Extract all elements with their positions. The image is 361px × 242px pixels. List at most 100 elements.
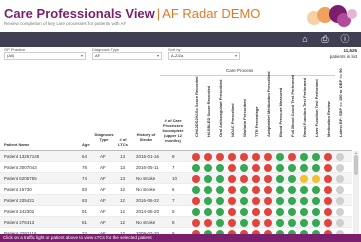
traffic-light-green[interactable] [312,197,320,205]
traffic-light-green[interactable] [240,197,248,205]
traffic-light-red[interactable] [228,164,236,172]
traffic-light-green[interactable] [300,197,308,205]
traffic-light-grey[interactable] [336,175,344,183]
traffic-light-red[interactable] [216,153,224,161]
diagnosis-select[interactable]: AF ▾ [92,52,162,60]
traffic-light-green[interactable] [204,197,212,205]
table-row[interactable]: Patient 235421 63 AF 12 2016-06-22 7 [0,195,352,206]
traffic-light-red[interactable] [192,197,200,205]
traffic-light-yellow[interactable] [312,175,320,183]
traffic-light-red[interactable] [324,175,332,183]
traffic-light-green[interactable] [300,208,308,216]
patient-name-cell[interactable]: Patient 13257146 [4,154,39,159]
col-care-process[interactable]: Medication Review [324,78,333,137]
traffic-light-grey[interactable] [336,219,344,227]
patient-name-cell[interactable]: Patient 235421 [4,198,34,203]
traffic-light-green[interactable] [192,164,200,172]
traffic-light-green[interactable] [276,208,284,216]
col-care-process[interactable]: Blood Pressure Measured [276,78,285,137]
col-care-process[interactable]: HASBLED Score Recorded [204,78,213,137]
traffic-light-green[interactable] [240,219,248,227]
practice-select[interactable]: (All) ▾ [4,52,86,60]
traffic-light-red[interactable] [228,153,236,161]
traffic-light-green[interactable] [312,219,320,227]
traffic-light-green[interactable] [240,208,248,216]
traffic-light-red[interactable] [240,153,248,161]
traffic-light-red[interactable] [228,175,236,183]
traffic-light-green[interactable] [288,197,296,205]
patient-name-cell[interactable]: Patient 276413 [4,220,34,225]
traffic-light-green[interactable] [276,197,284,205]
traffic-light-green[interactable] [300,219,308,227]
traffic-light-green[interactable] [204,208,212,216]
table-row[interactable]: Patient 15730 83 AF 12 No stroke 6 [0,184,352,195]
traffic-light-green[interactable] [192,186,200,194]
traffic-light-red[interactable] [324,186,332,194]
table-row[interactable]: Patient 3007043 78 AF 13 2016-05-11 7 [0,162,352,173]
print-icon[interactable]: ⎙ [318,33,332,46]
traffic-light-green[interactable] [300,186,308,194]
vertical-scrollbar[interactable]: ▲ [353,151,359,234]
table-row[interactable]: Patient 276413 81 AF 12 No stroke 8 [0,217,352,228]
traffic-light-yellow[interactable] [300,175,308,183]
col-care-process[interactable]: CHA2DS2VASc Score Recorded [192,76,201,137]
table-row[interactable]: Patient 13257146 64 AF 13 2015-01-16 9 [0,151,352,162]
traffic-light-grey[interactable] [336,186,344,194]
col-care-process[interactable]: Renal Function Test Performed [300,78,309,137]
patient-name-cell[interactable]: Patient 15730 [4,187,32,192]
traffic-light-green[interactable] [216,219,224,227]
traffic-light-red[interactable] [324,219,332,227]
patient-name-cell[interactable]: Patient 6205755 [4,176,37,181]
traffic-light-red[interactable] [204,219,212,227]
traffic-light-green[interactable] [216,164,224,172]
traffic-light-red[interactable] [264,175,272,183]
col-ltcs[interactable]: # of LTCs [116,137,130,147]
traffic-light-green[interactable] [216,197,224,205]
scrollbar-thumb[interactable] [354,155,358,175]
traffic-light-green[interactable] [312,208,320,216]
traffic-light-red[interactable] [252,153,260,161]
traffic-light-red[interactable] [252,197,260,205]
patient-name-cell[interactable]: Patient 242302 [4,209,34,214]
col-stroke[interactable]: History of Stroke [134,132,158,142]
col-diagnosis[interactable]: Diagnosis Type [94,132,114,142]
col-care-process[interactable]: Full Blood Count Test Performed [288,75,297,137]
patient-name-cell[interactable]: Patient 3007043 [4,165,37,170]
traffic-light-green[interactable] [288,175,296,183]
col-care-process[interactable]: Warfarin Prescribed [240,78,249,137]
traffic-light-green[interactable] [240,186,248,194]
traffic-light-green[interactable] [288,219,296,227]
traffic-light-red[interactable] [228,197,236,205]
traffic-light-green[interactable] [288,164,296,172]
traffic-light-red[interactable] [252,208,260,216]
traffic-light-green[interactable] [276,219,284,227]
traffic-light-green[interactable] [204,175,212,183]
traffic-light-green[interactable] [312,153,320,161]
traffic-light-red[interactable] [264,219,272,227]
traffic-light-red[interactable] [324,208,332,216]
traffic-light-green[interactable] [276,153,284,161]
traffic-light-green[interactable] [216,208,224,216]
traffic-light-green[interactable] [192,208,200,216]
traffic-light-red[interactable] [324,197,332,205]
traffic-light-green[interactable] [276,186,284,194]
traffic-light-grey[interactable] [336,208,344,216]
col-age[interactable]: Age [82,142,90,147]
table-row[interactable]: Patient 242302 91 AF 12 2014-05-20 5 [0,206,352,217]
traffic-light-red[interactable] [324,164,332,172]
traffic-light-grey[interactable] [336,153,344,161]
col-care-process[interactable]: Antiplatelet Medication Prescribed [264,71,273,137]
traffic-light-green[interactable] [312,164,320,172]
traffic-light-red[interactable] [264,153,272,161]
traffic-light-red[interactable] [264,164,272,172]
traffic-light-green[interactable] [312,186,320,194]
col-patient-name[interactable]: Patient Name [4,142,29,147]
traffic-light-grey[interactable] [336,164,344,172]
col-care-process[interactable]: TTR Percentage [252,78,261,137]
traffic-light-grey[interactable] [336,197,344,205]
traffic-light-green[interactable] [300,153,308,161]
traffic-light-red[interactable] [252,164,260,172]
traffic-light-red[interactable] [324,153,332,161]
traffic-light-green[interactable] [276,175,284,183]
traffic-light-green[interactable] [288,208,296,216]
